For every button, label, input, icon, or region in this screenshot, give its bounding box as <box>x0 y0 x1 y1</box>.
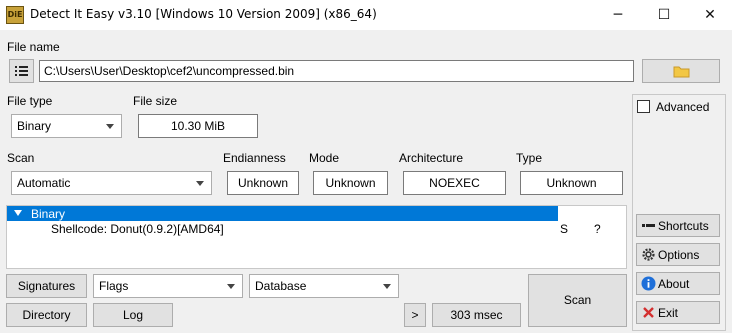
about-label: About <box>658 277 690 291</box>
database-select[interactable]: Database <box>249 274 399 298</box>
mode-value: Unknown <box>313 171 388 195</box>
log-button[interactable]: Log <box>93 303 173 327</box>
results-tree[interactable]: Binary Shellcode: Donut(0.9.2)[AMD64] S … <box>6 205 627 269</box>
options-label: Options <box>658 248 700 262</box>
file-type-value: Binary <box>17 119 52 133</box>
tree-node-shellcode[interactable]: Shellcode: Donut(0.9.2)[AMD64] <box>51 222 224 236</box>
about-button[interactable]: About <box>636 272 720 295</box>
signatures-button[interactable]: Signatures <box>6 274 87 298</box>
advanced-label[interactable]: Advanced <box>656 100 709 114</box>
maximize-button[interactable]: ☐ <box>641 0 687 30</box>
triangle-down-icon[interactable] <box>14 210 22 216</box>
chevron-down-icon <box>383 284 391 289</box>
file-type-label: File type <box>7 94 53 108</box>
type-value: Unknown <box>520 171 623 195</box>
endianness-value: Unknown <box>227 171 299 195</box>
list-icon <box>15 66 28 76</box>
exit-button[interactable]: Exit <box>636 301 720 324</box>
architecture-value: NOEXEC <box>403 171 506 195</box>
scan-time-button[interactable]: 303 msec <box>432 303 521 327</box>
open-file-button[interactable] <box>642 59 720 83</box>
result-sig-column[interactable]: S <box>560 222 568 236</box>
file-type-select[interactable]: Binary <box>11 114 122 138</box>
options-button[interactable]: Options <box>636 243 720 266</box>
exit-label: Exit <box>658 306 679 320</box>
endianness-label: Endianness <box>223 151 286 165</box>
database-value: Database <box>255 279 307 293</box>
type-label: Type <box>516 151 543 165</box>
tree-node-binary-label: Binary <box>31 207 66 221</box>
file-path-input[interactable]: C:\Users\User\Desktop\cef2\uncompressed.… <box>39 60 634 82</box>
minimize-button[interactable]: ─ <box>595 0 641 30</box>
scan-button[interactable]: Scan <box>528 274 627 327</box>
mode-label: Mode <box>309 151 340 165</box>
side-panel <box>632 94 726 331</box>
result-info-column[interactable]: ? <box>594 222 601 236</box>
scan-label: Scan <box>7 151 35 165</box>
info-icon <box>641 276 656 291</box>
window-title: Detect It Easy v3.10 [Windows 10 Version… <box>30 7 377 21</box>
file-size-label: File size <box>133 94 178 108</box>
folder-icon <box>673 66 690 78</box>
scan-mode-select[interactable]: Automatic <box>11 171 212 195</box>
app-icon: DiE <box>6 6 24 24</box>
file-name-label: File name <box>7 40 60 54</box>
advanced-checkbox[interactable] <box>637 100 650 113</box>
flags-value: Flags <box>99 279 129 293</box>
flags-select[interactable]: Flags <box>93 274 243 298</box>
file-size-value: 10.30 MiB <box>138 114 258 138</box>
more-button[interactable]: > <box>404 303 426 327</box>
chevron-down-icon <box>227 284 235 289</box>
gear-icon <box>642 248 655 261</box>
close-button[interactable]: ✕ <box>687 0 732 30</box>
chevron-down-icon <box>196 181 204 186</box>
shortcuts-label: Shortcuts <box>658 219 709 233</box>
exit-icon <box>643 307 654 318</box>
tree-node-binary[interactable]: Binary <box>7 206 558 221</box>
architecture-label: Architecture <box>399 151 464 165</box>
file-list-button[interactable] <box>9 59 34 83</box>
chevron-down-icon <box>106 124 114 129</box>
scan-mode-value: Automatic <box>17 176 71 190</box>
shortcuts-button[interactable]: Shortcuts <box>636 214 720 237</box>
directory-button[interactable]: Directory <box>6 303 87 327</box>
shortcuts-icon <box>642 224 655 227</box>
